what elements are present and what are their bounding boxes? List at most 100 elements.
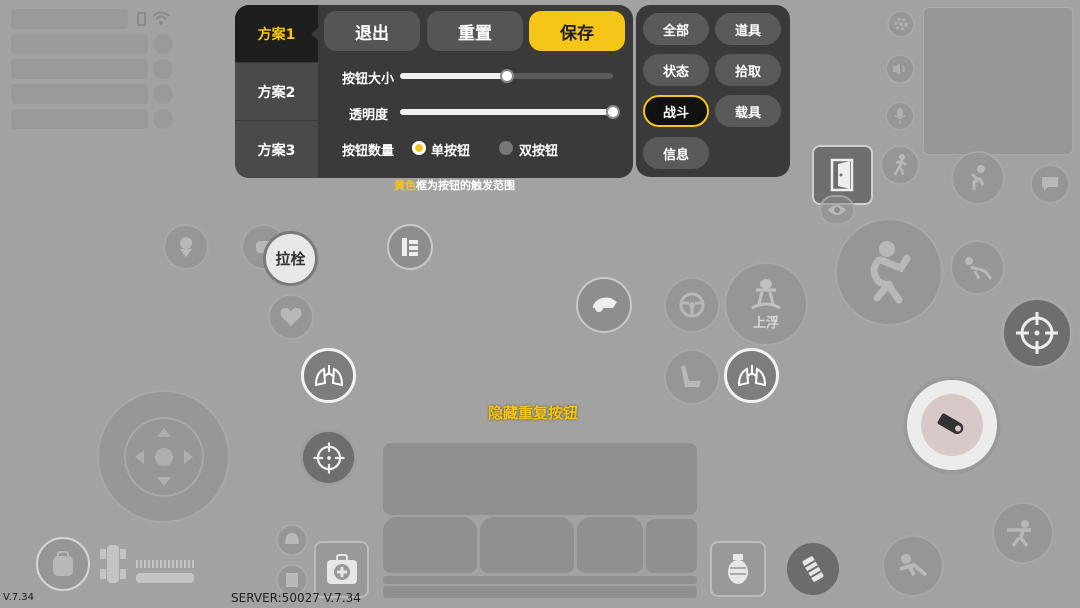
vehicle-health-bar bbox=[136, 573, 194, 583]
hide-duplicate-buttons-label[interactable]: 隐藏重复按钮 bbox=[488, 402, 578, 423]
status-bar-top bbox=[11, 9, 128, 29]
category-status[interactable]: 状态 bbox=[643, 54, 709, 86]
steering-wheel-icon bbox=[679, 292, 705, 318]
magazine-icon bbox=[402, 238, 418, 256]
opacity-knob[interactable] bbox=[606, 105, 620, 119]
helmet-icon bbox=[285, 533, 299, 544]
backpack-icon bbox=[53, 551, 73, 576]
float-up-button[interactable]: 上浮 bbox=[724, 262, 808, 346]
teammate-bar-2 bbox=[11, 59, 148, 79]
tab-scheme-3[interactable]: 方案3 bbox=[235, 121, 318, 178]
gear-icon bbox=[894, 17, 908, 31]
seat-button[interactable] bbox=[664, 349, 720, 405]
crouch-icon bbox=[970, 165, 985, 190]
teammate-dot-4 bbox=[153, 109, 173, 129]
speaker-icon bbox=[893, 63, 905, 75]
category-all[interactable]: 全部 bbox=[643, 13, 709, 45]
throwable-button[interactable] bbox=[784, 540, 842, 598]
reset-button[interactable]: 重置 bbox=[427, 11, 523, 51]
grenade-button[interactable] bbox=[710, 541, 766, 597]
item-slot-4[interactable] bbox=[646, 519, 697, 573]
minimap bbox=[923, 7, 1073, 155]
single-button-label[interactable]: 单按钮 bbox=[431, 140, 470, 159]
opacity-fill bbox=[400, 109, 613, 115]
lean-button[interactable] bbox=[992, 502, 1054, 564]
category-filter-panel: 全部 道具 状态 拾取 战斗 载具 信息 bbox=[636, 5, 790, 177]
speaker-button[interactable] bbox=[885, 54, 915, 84]
battery-icon bbox=[137, 12, 146, 26]
movement-joystick[interactable] bbox=[97, 390, 230, 523]
heal-button[interactable] bbox=[268, 294, 314, 340]
soldier-aim-icon bbox=[1007, 520, 1031, 548]
item-slot-2[interactable] bbox=[480, 517, 574, 573]
lungs-icon bbox=[314, 364, 343, 386]
button-count-label: 按钮数量 bbox=[342, 144, 395, 159]
teammate-dot-3 bbox=[153, 84, 173, 104]
aim-button-right[interactable] bbox=[1001, 297, 1073, 369]
button-size-knob[interactable] bbox=[500, 69, 514, 83]
button-size-fill bbox=[400, 73, 507, 79]
float-icon bbox=[751, 278, 781, 309]
peek-eye-button[interactable] bbox=[819, 195, 855, 225]
bullet-icon bbox=[937, 413, 964, 434]
float-up-label: 上浮 bbox=[752, 315, 779, 331]
fire-button[interactable] bbox=[903, 376, 1001, 474]
molotov-icon bbox=[802, 556, 824, 582]
opacity-label: 透明度 bbox=[349, 108, 389, 123]
prone-button[interactable] bbox=[950, 240, 1005, 295]
scheme-tabs: 方案1 方案2 方案3 bbox=[235, 5, 319, 178]
item-slot-3[interactable] bbox=[577, 517, 643, 573]
settings-gear-button[interactable] bbox=[887, 10, 915, 38]
tab-scheme-2[interactable]: 方案2 bbox=[235, 63, 318, 120]
client-version: V.7.34 bbox=[3, 592, 34, 603]
single-button-radio[interactable] bbox=[412, 141, 426, 155]
crouch-button[interactable] bbox=[951, 151, 1005, 205]
exit-button[interactable]: 退出 bbox=[324, 11, 420, 51]
teammate-dot-1 bbox=[153, 34, 173, 54]
prone-icon bbox=[964, 256, 992, 280]
steering-wheel-button[interactable] bbox=[664, 277, 720, 333]
double-button-label[interactable]: 双按钮 bbox=[519, 140, 558, 159]
drive-boat-button[interactable] bbox=[576, 277, 632, 333]
item-slot-1[interactable] bbox=[383, 517, 477, 573]
eye-icon bbox=[828, 205, 846, 215]
microphone-button[interactable] bbox=[885, 101, 915, 131]
weapon-panel[interactable] bbox=[383, 443, 697, 515]
breath-button-left[interactable] bbox=[301, 348, 356, 403]
crosshair-icon bbox=[1016, 312, 1058, 354]
teammate-bar-1 bbox=[11, 34, 148, 54]
jump-button[interactable] bbox=[835, 218, 943, 326]
teammate-dot-2 bbox=[153, 59, 173, 79]
aim-button-left[interactable] bbox=[300, 429, 357, 486]
active-tab-pointer bbox=[311, 27, 319, 41]
bolt-action-button[interactable]: 拉栓 bbox=[263, 231, 318, 286]
swim-button[interactable] bbox=[882, 535, 944, 597]
running-icon bbox=[893, 154, 907, 176]
button-size-label: 按钮大小 bbox=[342, 72, 395, 87]
category-combat[interactable]: 战斗 bbox=[643, 95, 709, 127]
category-pickup[interactable]: 拾取 bbox=[715, 54, 781, 86]
backpack-button[interactable] bbox=[36, 537, 90, 591]
chat-button[interactable] bbox=[1030, 164, 1070, 204]
helmet-slot[interactable] bbox=[276, 524, 308, 556]
tab-scheme-1[interactable]: 方案1 bbox=[235, 5, 318, 62]
door-icon bbox=[830, 158, 853, 192]
save-button[interactable]: 保存 bbox=[529, 11, 625, 51]
layout-settings-panel: 方案1 方案2 方案3 退出 重置 保存 按钮大小 透明度 按钮数量 单按钮 双… bbox=[235, 5, 633, 178]
magazine-button[interactable] bbox=[387, 224, 433, 270]
category-vehicle[interactable]: 载具 bbox=[715, 95, 781, 127]
grenade-select-button[interactable] bbox=[163, 224, 209, 270]
item-strip bbox=[383, 576, 697, 584]
breath-button-right[interactable] bbox=[724, 348, 779, 403]
medkit-button[interactable] bbox=[314, 541, 369, 598]
opacity-slider[interactable] bbox=[400, 105, 620, 119]
sprint-button[interactable] bbox=[880, 145, 920, 185]
button-size-slider[interactable] bbox=[400, 69, 613, 83]
grenade-icon bbox=[728, 554, 748, 584]
double-button-radio[interactable] bbox=[499, 141, 513, 155]
wifi-icon bbox=[152, 10, 170, 30]
crosshair-icon bbox=[312, 441, 345, 474]
category-items[interactable]: 道具 bbox=[715, 13, 781, 45]
category-info[interactable]: 信息 bbox=[643, 137, 709, 169]
item-bottom-bar bbox=[383, 586, 697, 598]
